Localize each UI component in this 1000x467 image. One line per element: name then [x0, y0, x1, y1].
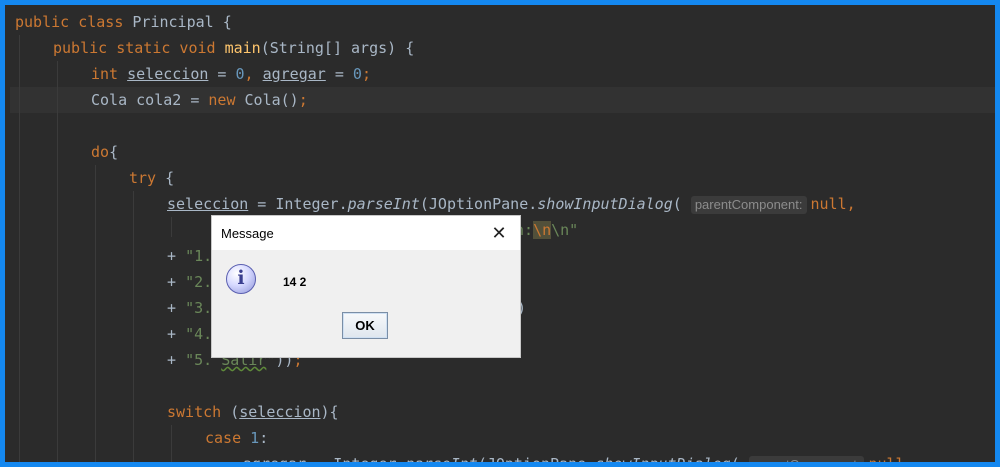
code-line: int seleccion = 0, agregar = 0; [91, 65, 371, 83]
code-line: + "4. [167, 325, 213, 343]
information-icon: i [226, 264, 256, 294]
indent-guide [171, 217, 172, 237]
ok-button[interactable]: OK [342, 312, 388, 339]
code-line: seleccion = Integer.parseInt(JOptionPane… [167, 195, 856, 214]
code-line: + "3. [167, 299, 213, 317]
code-line: + "1. [167, 247, 213, 265]
close-icon[interactable]: ✕ [490, 224, 508, 242]
indent-guide [19, 35, 20, 462]
message-dialog: Message ✕ i 14 2 OK [212, 216, 520, 357]
dialog-message: 14 2 [283, 275, 307, 289]
code-line: case 1: [205, 429, 269, 447]
code-line: Cola cola2 = new Cola(); [91, 91, 308, 109]
code-line: switch (seleccion){ [167, 403, 339, 421]
parameter-hint: parentComponent: [748, 456, 865, 462]
code-line: try { [129, 169, 175, 187]
code-line: + "2. [167, 273, 213, 291]
dialog-title: Message [221, 226, 274, 241]
parameter-hint: parentComponent: [690, 196, 807, 214]
code-line: do{ [91, 143, 119, 161]
ide-window: public class Principal { public static v… [0, 0, 1000, 467]
dialog-titlebar[interactable]: Message ✕ [212, 216, 520, 250]
information-icon-glyph: i [237, 267, 245, 289]
indent-guide [171, 425, 172, 462]
code-line: public class Principal { [15, 13, 232, 31]
code-line: public static void main(String[] args) { [53, 39, 415, 57]
indent-guide [57, 61, 58, 462]
code-line: agregar = Integer.parseInt(JOptionPane.s… [243, 451, 914, 462]
code-line: n:\n\n" [515, 221, 579, 239]
indent-guide [133, 191, 134, 462]
indent-guide [95, 165, 96, 462]
